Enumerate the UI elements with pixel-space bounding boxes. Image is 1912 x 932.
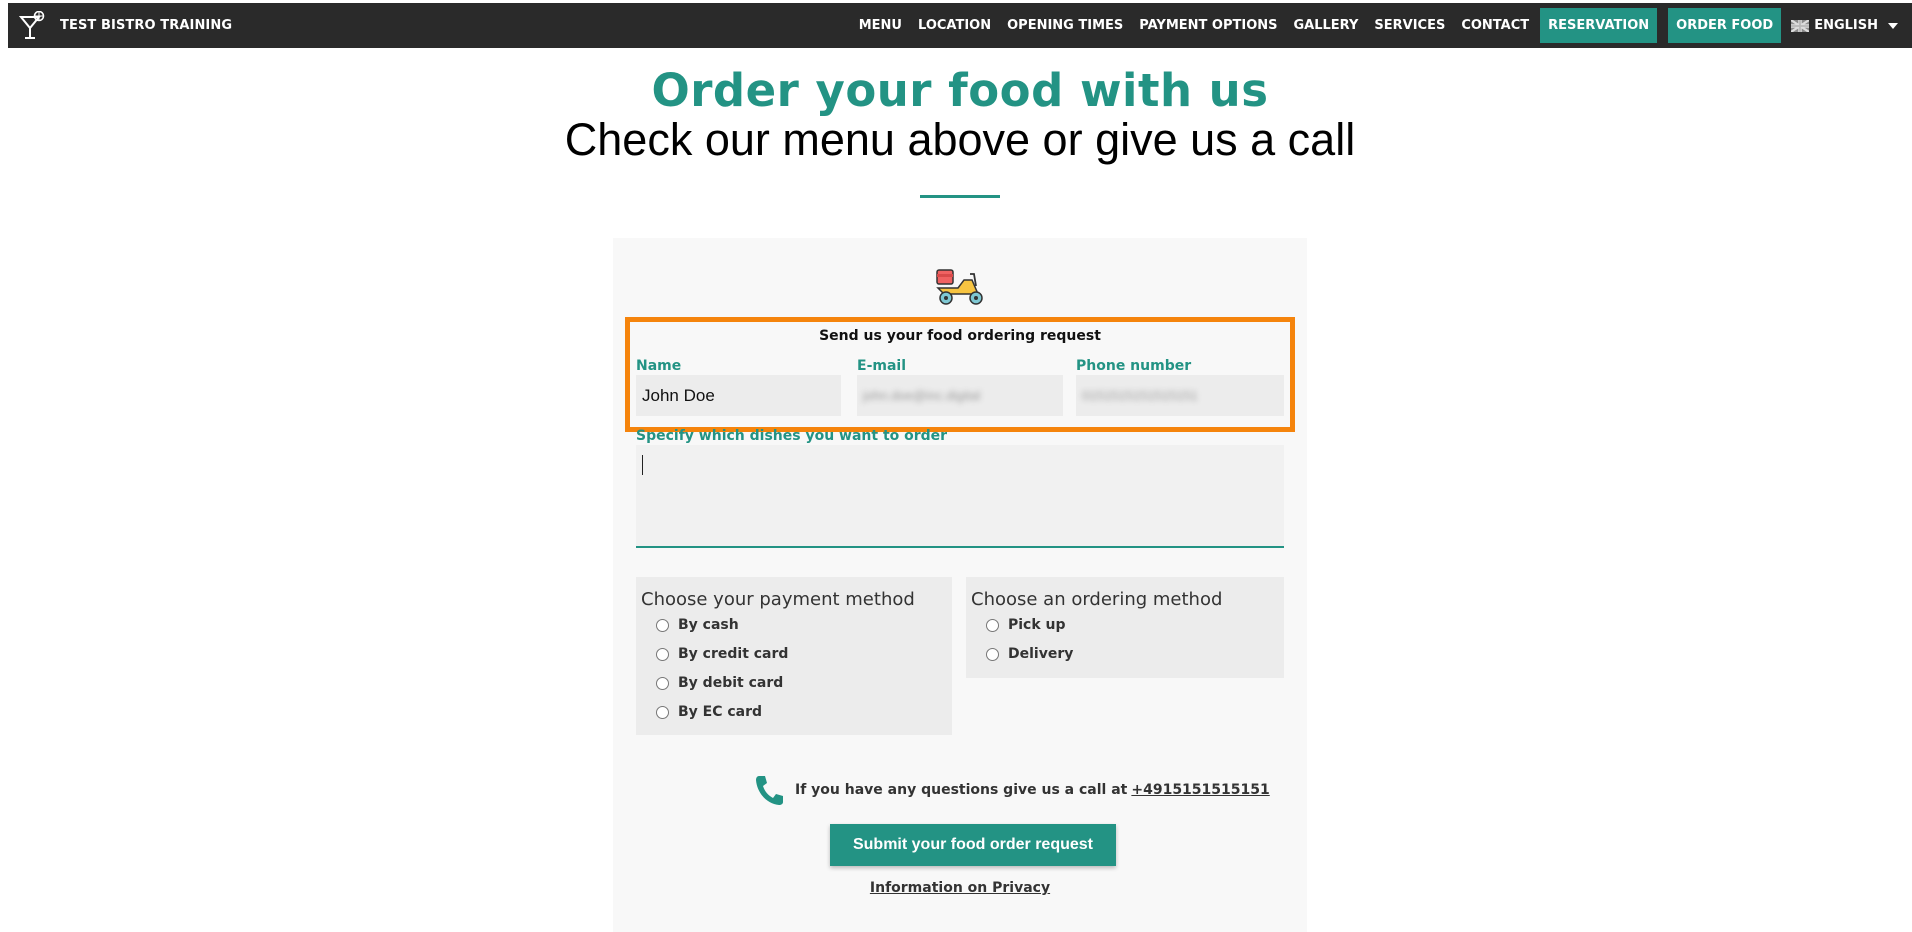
delivery-scooter-icon xyxy=(936,269,983,305)
ordering-option-label: Delivery xyxy=(1008,646,1074,662)
phone-number-link[interactable]: +4915151515151 xyxy=(1131,782,1269,798)
payment-option-label: By debit card xyxy=(678,675,784,691)
nav-item-payment-options[interactable]: PAYMENT OPTIONS xyxy=(1131,18,1285,33)
phone-icon xyxy=(756,776,783,805)
brand-name: TEST BISTRO TRAINING xyxy=(60,18,233,33)
nav-item-services[interactable]: SERVICES xyxy=(1366,18,1453,33)
page-title: Order your food with us xyxy=(651,64,1269,117)
name-label: Name xyxy=(636,358,682,374)
ordering-method-title: Choose an ordering method xyxy=(971,589,1223,610)
call-info: If you have any questions give us a call… xyxy=(753,773,1270,807)
ordering-option-pickup[interactable]: Pick up xyxy=(986,617,1066,633)
phone-input[interactable]: 0151515151515151 xyxy=(1076,375,1284,416)
nav-item-location[interactable]: LOCATION xyxy=(910,18,999,33)
text-cursor xyxy=(642,455,643,475)
language-label: ENGLISH xyxy=(1814,18,1878,33)
payment-option-credit-card[interactable]: By credit card xyxy=(656,646,788,662)
heading-divider xyxy=(920,195,1000,198)
privacy-link[interactable]: Information on Privacy xyxy=(870,880,1050,896)
email-value: john.doe@inc.digital xyxy=(863,388,981,403)
phone-value: 0151515151515151 xyxy=(1082,388,1198,403)
order-form-card: Send us your food ordering request Name … xyxy=(613,238,1307,932)
nav-item-contact[interactable]: CONTACT xyxy=(1453,18,1537,33)
order-food-button[interactable]: ORDER FOOD xyxy=(1668,8,1782,43)
phone-label: Phone number xyxy=(1076,358,1192,374)
nav-item-gallery[interactable]: GALLERY xyxy=(1285,18,1366,33)
payment-option-label: By credit card xyxy=(678,646,789,662)
name-input[interactable]: John Doe xyxy=(636,375,841,416)
email-label: E-mail xyxy=(857,358,907,374)
radio-button[interactable] xyxy=(656,647,669,661)
ordering-option-delivery[interactable]: Delivery xyxy=(986,646,1073,662)
ordering-method-panel: Choose an ordering method Pick up Delive… xyxy=(966,577,1284,678)
dishes-label: Specify which dishes you want to order xyxy=(636,428,948,444)
payment-option-label: By EC card xyxy=(678,704,763,720)
nav-item-menu[interactable]: MENU xyxy=(851,18,910,33)
reservation-button[interactable]: RESERVATION xyxy=(1540,8,1658,43)
dishes-textarea[interactable] xyxy=(636,445,1284,548)
nav-item-opening-times[interactable]: OPENING TIMES xyxy=(999,18,1131,33)
radio-button[interactable] xyxy=(656,618,669,632)
payment-method-panel: Choose your payment method By cash By cr… xyxy=(636,577,952,735)
radio-button[interactable] xyxy=(656,676,669,690)
payment-option-label: By cash xyxy=(678,617,739,633)
page-subtitle: Check our menu above or give us a call xyxy=(564,114,1356,165)
cocktail-glass-icon xyxy=(18,10,46,41)
payment-option-cash[interactable]: By cash xyxy=(656,617,739,633)
privacy-info: Information on Privacy xyxy=(613,880,1307,896)
payment-method-title: Choose your payment method xyxy=(641,589,915,610)
radio-button[interactable] xyxy=(986,647,999,661)
ordering-option-label: Pick up xyxy=(1008,617,1066,633)
payment-option-ec-card[interactable]: By EC card xyxy=(656,704,762,720)
email-input[interactable]: john.doe@inc.digital xyxy=(857,375,1063,416)
top-navigation-bar: TEST BISTRO TRAINING MENU LOCATION OPENI… xyxy=(8,3,1912,48)
submit-order-button[interactable]: Submit your food order request xyxy=(830,824,1116,866)
payment-option-debit-card[interactable]: By debit card xyxy=(656,675,783,691)
form-header: Send us your food ordering request xyxy=(819,328,1101,344)
main-nav: MENU LOCATION OPENING TIMES PAYMENT OPTI… xyxy=(851,3,1912,48)
call-text: If you have any questions give us a call… xyxy=(795,782,1128,798)
radio-button[interactable] xyxy=(986,618,999,632)
chevron-down-icon xyxy=(1888,22,1898,29)
brand[interactable]: TEST BISTRO TRAINING xyxy=(18,10,233,41)
language-selector[interactable]: ENGLISH xyxy=(1781,18,1912,33)
uk-flag-icon xyxy=(1791,19,1810,32)
radio-button[interactable] xyxy=(656,705,669,719)
